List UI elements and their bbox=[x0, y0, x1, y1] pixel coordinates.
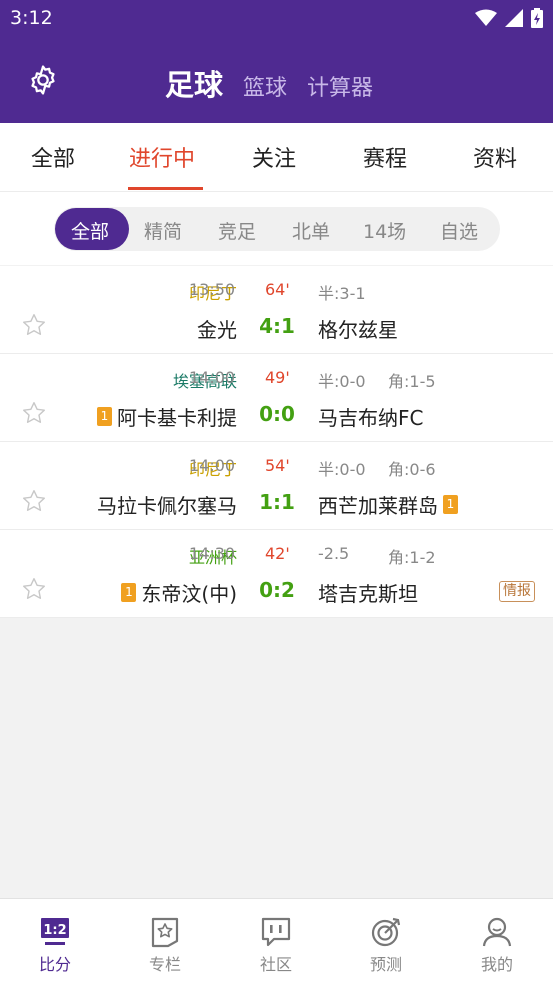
handicap-value: -2.5 bbox=[318, 544, 350, 563]
nav-prediction[interactable]: 预测 bbox=[331, 899, 441, 985]
nav-profile[interactable]: 我的 bbox=[442, 899, 552, 985]
half-time-score: 半:0-0 bbox=[318, 372, 366, 391]
signal-icon bbox=[505, 9, 523, 27]
match-score: 0:0 bbox=[259, 402, 295, 426]
match-row[interactable]: 亚洲杯 14:30 42' -2.5 角:1-2 1 东帝汶(中) 0:2 塔吉… bbox=[0, 530, 553, 618]
filter-14-matches[interactable]: 14场 bbox=[363, 217, 406, 244]
status-bar: 3:12 bbox=[0, 0, 553, 38]
away-team-name: 马吉布纳FC bbox=[318, 406, 424, 430]
filter-jingzu[interactable]: 竞足 bbox=[218, 217, 256, 244]
match-score: 0:2 bbox=[259, 578, 295, 602]
kickoff-time: 13:50 bbox=[189, 280, 236, 299]
favorite-star-icon[interactable] bbox=[21, 312, 47, 338]
filter-all[interactable]: 全部 bbox=[71, 217, 109, 244]
half-time-score: 半:3-1 bbox=[318, 284, 366, 303]
filter-bar: 全部 精简 竞足 北单 14场 自选 bbox=[54, 207, 500, 251]
profile-icon bbox=[482, 917, 512, 947]
match-row[interactable]: 印尼丁 13:50 64' 半:3-1 金光 4:1 格尔兹星 bbox=[0, 266, 553, 354]
battery-icon bbox=[531, 8, 543, 28]
match-score: 1:1 bbox=[259, 490, 295, 514]
home-team: 1 阿卡基卡利提 bbox=[97, 402, 237, 431]
sport-tab-calculator[interactable]: 计算器 bbox=[307, 70, 373, 102]
away-team: 格尔兹星 bbox=[318, 314, 398, 343]
match-minute: 49' bbox=[265, 368, 290, 387]
sport-tab-basketball[interactable]: 篮球 bbox=[243, 70, 287, 102]
nav-label: 专栏 bbox=[148, 955, 181, 974]
sport-tabs: 足球 篮球 计算器 bbox=[165, 62, 373, 104]
kickoff-time: 14:00 bbox=[189, 456, 236, 475]
match-row[interactable]: 印尼丁 14:00 54' 半:0-0 角:0-6 马拉卡佩尔塞马 1:1 西芒… bbox=[0, 442, 553, 530]
away-team: 西芒加莱群岛 1 bbox=[318, 490, 458, 519]
nav-column[interactable]: 专栏 bbox=[110, 899, 220, 985]
filter-custom[interactable]: 自选 bbox=[440, 217, 478, 244]
nav-label: 社区 bbox=[259, 955, 292, 974]
kickoff-time: 14:00 bbox=[189, 368, 236, 387]
filter-section: 全部 精简 竞足 北单 14场 自选 bbox=[0, 192, 553, 265]
bottom-nav: 1:2 比分 专栏 社区 预测 我的 bbox=[0, 898, 553, 985]
target-icon bbox=[371, 917, 401, 947]
corner-count: 角:1-5 bbox=[388, 372, 436, 391]
corner-count: 角:0-6 bbox=[388, 460, 436, 479]
away-team-name: 西芒加莱群岛 bbox=[318, 494, 438, 518]
intel-tag[interactable]: 情报 bbox=[499, 581, 535, 602]
column-icon bbox=[151, 917, 179, 948]
tab-in-progress[interactable]: 进行中 bbox=[129, 141, 195, 173]
home-team-name: 阿卡基卡利提 bbox=[117, 406, 237, 430]
settings-gear-icon[interactable] bbox=[26, 63, 60, 97]
home-team-name: 东帝汶(中) bbox=[141, 582, 237, 606]
nav-community[interactable]: 社区 bbox=[221, 899, 331, 985]
tab-data[interactable]: 资料 bbox=[473, 141, 517, 173]
community-icon bbox=[261, 917, 291, 947]
match-list: 印尼丁 13:50 64' 半:3-1 金光 4:1 格尔兹星 埃塞高联 14:… bbox=[0, 266, 553, 618]
nav-scores[interactable]: 1:2 比分 bbox=[0, 899, 110, 985]
favorite-star-icon[interactable] bbox=[21, 488, 47, 514]
match-minute: 64' bbox=[265, 280, 290, 299]
nav-label: 我的 bbox=[480, 955, 513, 974]
match-minute: 54' bbox=[265, 456, 290, 475]
svg-text:1:2: 1:2 bbox=[43, 923, 66, 938]
main-tabs: 全部 进行中 关注 赛程 资料 bbox=[0, 123, 553, 192]
yellow-card-badge: 1 bbox=[97, 407, 112, 426]
corner-count: 角:1-2 bbox=[388, 548, 436, 567]
match-score: 4:1 bbox=[259, 314, 295, 338]
away-team: 马吉布纳FC bbox=[318, 402, 423, 431]
tab-schedule[interactable]: 赛程 bbox=[363, 141, 407, 173]
home-team-name: 马拉卡佩尔塞马 bbox=[97, 494, 237, 518]
nav-label: 比分 bbox=[38, 955, 71, 974]
half-time-score: 半:0-0 bbox=[318, 460, 366, 479]
away-team: 塔吉克斯坦 bbox=[318, 578, 418, 607]
favorite-star-icon[interactable] bbox=[21, 400, 47, 426]
home-team: 1 东帝汶(中) bbox=[121, 578, 237, 607]
away-team-name: 塔吉克斯坦 bbox=[318, 582, 418, 606]
active-tab-underline bbox=[128, 187, 203, 190]
wifi-icon bbox=[475, 9, 497, 26]
filter-simplified[interactable]: 精简 bbox=[144, 217, 182, 244]
match-row[interactable]: 埃塞高联 14:00 49' 半:0-0 角:1-5 1 阿卡基卡利提 0:0 … bbox=[0, 354, 553, 442]
app-header: 足球 篮球 计算器 bbox=[0, 38, 553, 123]
favorite-star-icon[interactable] bbox=[21, 576, 47, 602]
nav-label: 预测 bbox=[369, 955, 402, 974]
away-team-name: 格尔兹星 bbox=[318, 318, 398, 342]
home-team: 金光 bbox=[197, 314, 237, 343]
yellow-card-badge: 1 bbox=[121, 583, 137, 602]
tab-following[interactable]: 关注 bbox=[252, 141, 296, 173]
status-time: 3:12 bbox=[10, 7, 53, 29]
scoreboard-icon: 1:2 bbox=[41, 918, 69, 945]
yellow-card-badge: 1 bbox=[443, 495, 458, 514]
status-icons bbox=[475, 8, 543, 28]
match-minute: 42' bbox=[265, 544, 290, 563]
filter-beidan[interactable]: 北单 bbox=[292, 217, 330, 244]
kickoff-time: 14:30 bbox=[189, 544, 236, 563]
sport-tab-football[interactable]: 足球 bbox=[165, 62, 223, 104]
tab-all[interactable]: 全部 bbox=[31, 141, 75, 173]
home-team: 马拉卡佩尔塞马 bbox=[97, 490, 237, 519]
home-team-name: 金光 bbox=[197, 318, 237, 342]
